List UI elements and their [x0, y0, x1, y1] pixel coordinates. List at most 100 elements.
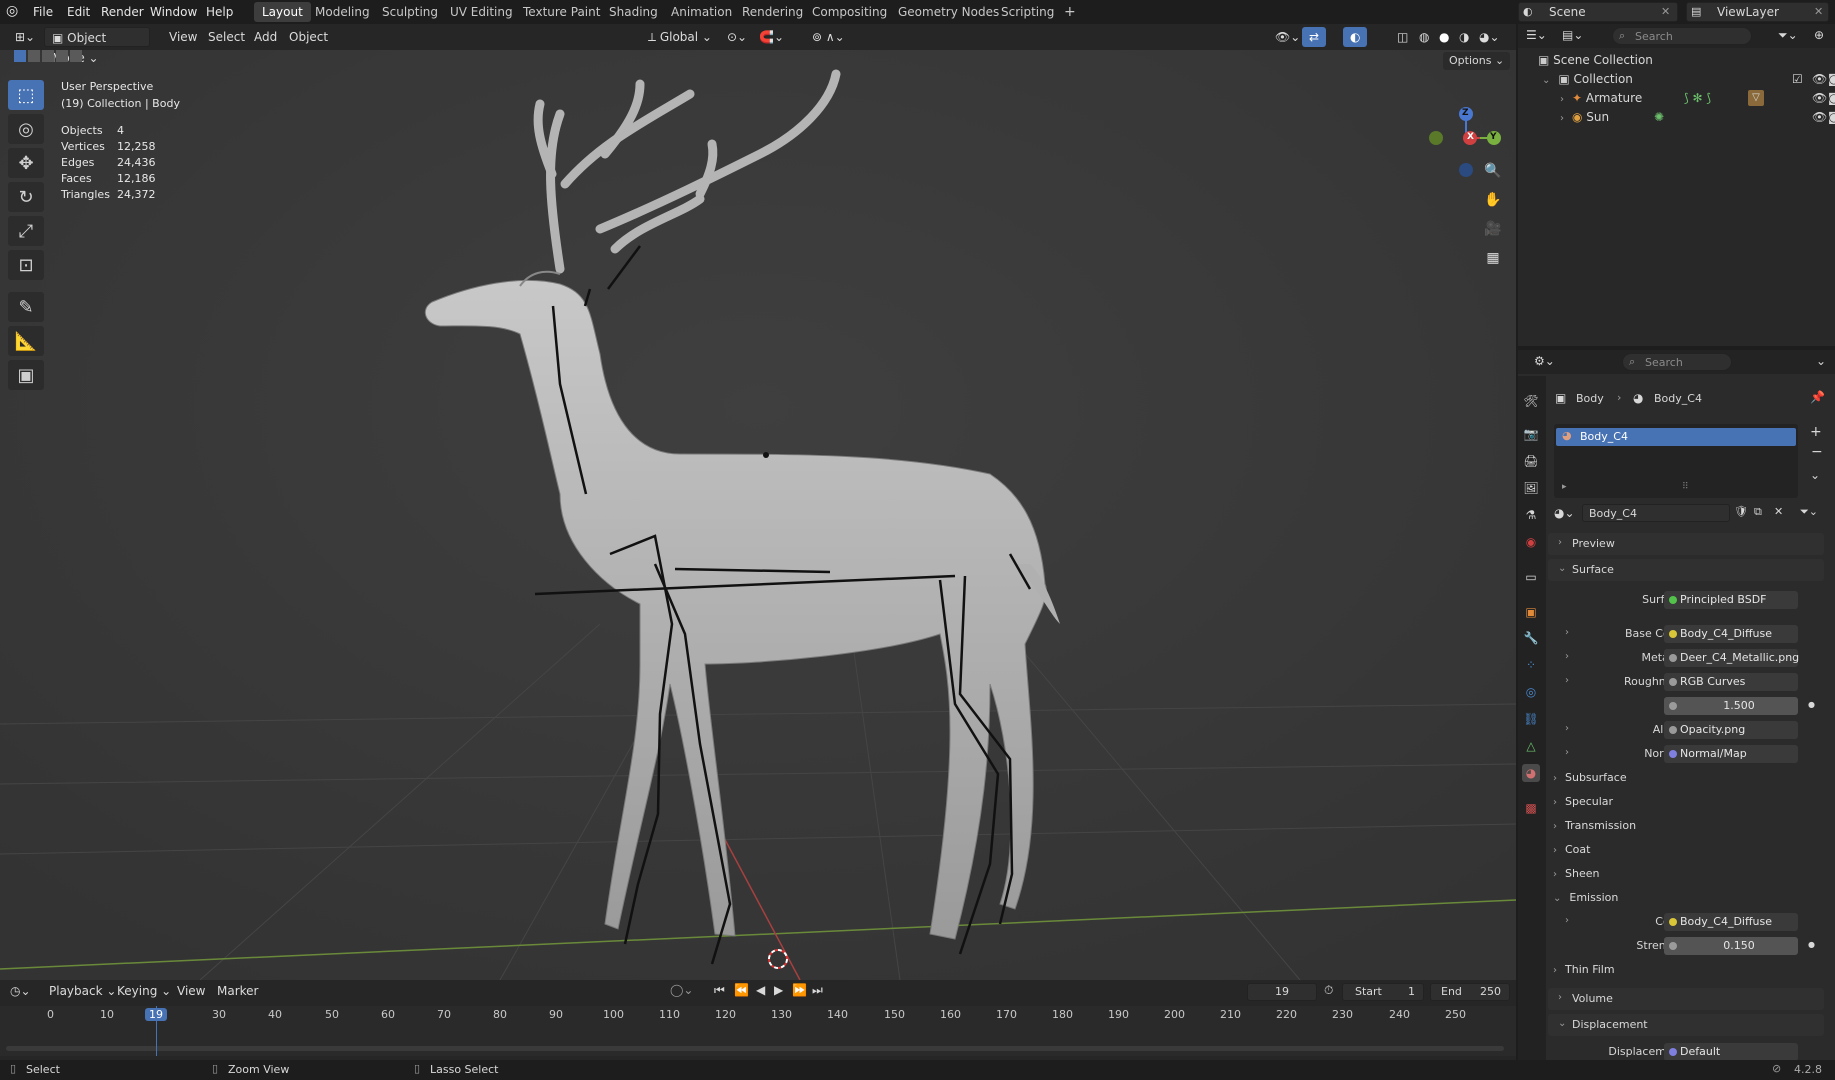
jump-keyframe-forward-icon[interactable]: ⏩ — [792, 983, 807, 997]
tab-animation[interactable]: Animation — [663, 2, 740, 22]
material-browse-icon[interactable]: ◕⌄ — [1554, 506, 1575, 520]
emission-strength-field[interactable]: 0.150 — [1664, 937, 1798, 955]
options-dropdown[interactable]: Options ⌄ — [1443, 52, 1511, 70]
material-tab-icon[interactable]: ◕ — [1522, 764, 1540, 782]
play-reverse-icon[interactable]: ◀ — [756, 983, 765, 997]
slot-menu-button[interactable]: ⌄ — [1810, 468, 1820, 482]
coat-subsection[interactable]: › Coat — [1553, 843, 1590, 856]
menu-view[interactable]: View — [170, 981, 212, 1001]
current-frame-field[interactable]: 19 — [1247, 983, 1317, 1001]
tab-modeling[interactable]: Modeling — [307, 2, 378, 22]
keyframe-dot-icon[interactable]: ● — [1808, 700, 1815, 709]
end-frame-field[interactable]: End 250 — [1430, 983, 1510, 1001]
ortho-toggle-button[interactable]: ▦ — [1480, 245, 1506, 271]
tab-shading[interactable]: Shading — [601, 2, 666, 22]
mesh-data-icon[interactable]: ▽ — [1748, 90, 1764, 106]
camera-icon[interactable]: ◙ — [1828, 106, 1835, 128]
data-tab-icon[interactable]: △ — [1522, 737, 1540, 755]
thin-film-subsection[interactable]: › Thin Film — [1553, 963, 1615, 976]
close-icon[interactable]: ✕ — [1661, 5, 1670, 18]
render-tab-icon[interactable]: 📷 — [1522, 425, 1540, 443]
modifiers-tab-icon[interactable]: 🔧 — [1522, 629, 1540, 647]
keyframe-dot-icon[interactable]: ● — [1808, 940, 1815, 949]
surface-shader-field[interactable]: Principled BSDF — [1664, 591, 1798, 609]
display-mode-icon[interactable]: ▤⌄ — [1562, 28, 1583, 42]
editor-type-button[interactable]: ☰⌄ — [1526, 28, 1547, 42]
surface-section-header[interactable]: ⌄ Surface — [1548, 559, 1824, 581]
remove-slot-button[interactable]: − — [1811, 444, 1823, 460]
record-icon[interactable]: ◯⌄ — [670, 983, 693, 997]
material-slot-item[interactable]: ◕ Body_C4 — [1556, 428, 1796, 446]
select-extend-icon[interactable] — [28, 50, 40, 62]
tool-tab-icon[interactable]: 🛠 — [1522, 392, 1540, 410]
snap-icon[interactable]: 🧲⌄ — [752, 27, 791, 47]
menu-keying[interactable]: Keying ⌄ — [110, 981, 178, 1001]
duplicate-icon[interactable]: ⧉ — [1754, 505, 1762, 519]
select-new-icon[interactable] — [14, 50, 26, 62]
ior-field[interactable]: 1.500 — [1664, 697, 1798, 715]
mode-dropdown[interactable]: ▣ Object Mode ⌄ — [44, 27, 150, 65]
tab-sculpting[interactable]: Sculpting — [374, 2, 446, 22]
3d-viewport[interactable]: User Perspective (19) Collection | Body … — [0, 24, 1516, 980]
expand-icon[interactable]: ▸ — [1562, 482, 1567, 492]
close-icon[interactable]: ✕ — [1814, 5, 1823, 18]
view-layer-tab-icon[interactable]: 🖼 — [1522, 479, 1540, 497]
play-icon[interactable]: ▶ — [774, 983, 783, 997]
tab-scripting[interactable]: Scripting — [993, 2, 1062, 22]
gizmo-toggle-icon[interactable]: ⇄ — [1302, 27, 1327, 47]
tab-layout[interactable]: Layout — [254, 2, 311, 22]
rotate-tool[interactable]: ↻ — [8, 182, 44, 212]
pin-icon[interactable]: 📌 — [1810, 390, 1825, 404]
orientation-dropdown[interactable]: ⟂ Global ⌄ — [641, 27, 719, 47]
outliner-search-input[interactable]: ⌕ Search — [1612, 27, 1752, 45]
menu-add[interactable]: Add — [247, 27, 284, 47]
select-box-tool[interactable]: ⬚ — [8, 80, 44, 110]
sun-data-icon[interactable]: ✺ — [1654, 106, 1664, 128]
menu-window[interactable]: Window — [144, 2, 203, 22]
start-frame-field[interactable]: Start 1 — [1342, 983, 1424, 1001]
annotate-tool[interactable]: ✎ — [8, 292, 44, 322]
chevron-down-icon[interactable]: ⌄ — [1816, 354, 1826, 368]
scene-selector[interactable]: ◐ Scene ✕ — [1518, 2, 1678, 22]
editor-type-button[interactable]: ⚙⌄ — [1534, 354, 1555, 368]
base-color-field[interactable]: Body_C4_Diffuse — [1664, 625, 1798, 643]
tab-geometry-nodes[interactable]: Geometry Nodes — [890, 2, 1007, 22]
outliner-item-sun[interactable]: › ◉ Sun ✺ 👁 ◙ — [1560, 106, 1835, 128]
metallic-field[interactable]: Deer_C4_Metallic.png — [1664, 649, 1799, 667]
move-tool[interactable]: ✥ — [8, 148, 44, 178]
emission-color-field[interactable]: Body_C4_Diffuse — [1664, 913, 1798, 931]
eye-icon[interactable]: 👁 — [1812, 106, 1827, 128]
emission-subsection[interactable]: ⌄ Emission — [1553, 891, 1618, 904]
filter-icon[interactable]: ⏷⌄ — [1778, 28, 1798, 43]
specular-subsection[interactable]: › Specular — [1553, 795, 1613, 808]
displacement-section-header[interactable]: ⌄ Displacement — [1548, 1014, 1824, 1036]
tab-compositing[interactable]: Compositing — [804, 2, 895, 22]
filter-icon[interactable]: ⏷⌄ — [1800, 505, 1818, 519]
chevron-down-icon[interactable]: ⌄ — [1542, 75, 1550, 86]
displacement-field[interactable]: Default — [1664, 1043, 1798, 1060]
camera-view-button[interactable]: 🎥 — [1480, 216, 1506, 242]
tab-uv-editing[interactable]: UV Editing — [442, 2, 521, 22]
overlay-toggle-icon[interactable]: ◐ — [1343, 27, 1368, 47]
menu-marker[interactable]: Marker — [210, 981, 265, 1001]
current-frame-marker[interactable]: 19 — [145, 1008, 167, 1021]
transform-tool[interactable]: ⊡ — [8, 250, 44, 280]
select-subtract-icon[interactable] — [42, 50, 54, 62]
select-invert-icon[interactable] — [56, 50, 68, 62]
pan-button[interactable]: ✋ — [1480, 187, 1506, 213]
fake-user-icon[interactable]: 🛡 — [1734, 505, 1748, 518]
select-intersect-icon[interactable] — [70, 50, 82, 62]
menu-file[interactable]: File — [27, 2, 59, 22]
menu-help[interactable]: Help — [200, 2, 239, 22]
transmission-subsection[interactable]: › Transmission — [1553, 819, 1636, 832]
texture-tab-icon[interactable]: ▩ — [1522, 799, 1540, 817]
menu-select[interactable]: Select — [201, 27, 252, 47]
resize-handle[interactable]: ⠿ — [1682, 482, 1689, 492]
chevron-right-icon[interactable]: › — [1560, 113, 1564, 124]
menu-object[interactable]: Object — [282, 27, 335, 47]
menu-render[interactable]: Render — [95, 2, 150, 22]
world-tab-icon[interactable]: ◉ — [1522, 533, 1540, 551]
preview-section-header[interactable]: › Preview — [1548, 533, 1824, 555]
add-cube-tool[interactable]: ▣ — [8, 360, 44, 390]
scene-tab-icon[interactable]: ⚗ — [1522, 506, 1540, 524]
